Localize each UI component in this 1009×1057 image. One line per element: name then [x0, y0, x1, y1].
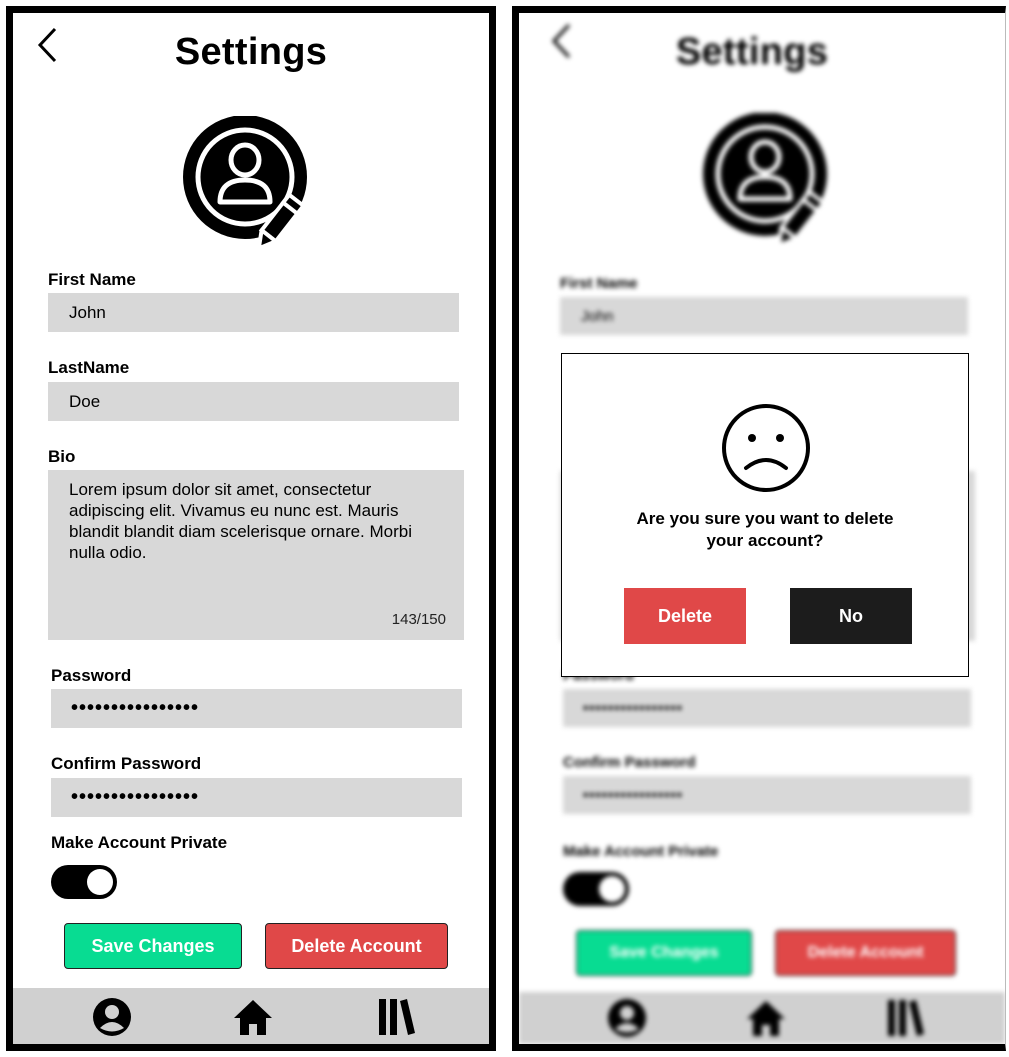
private-account-toggle[interactable] — [51, 865, 117, 899]
first-name-field: John — [560, 297, 968, 335]
toggle-knob — [87, 869, 113, 895]
bottom-nav — [519, 992, 1005, 1044]
confirm-password-field[interactable]: •••••••••••••••• — [51, 778, 462, 817]
private-account-label: Make Account Private — [563, 843, 719, 860]
confirm-password-field: •••••••••••••••• — [563, 776, 971, 814]
private-account-toggle — [563, 872, 629, 906]
save-changes-button: Save Changes — [576, 930, 752, 976]
delete-account-button[interactable]: Delete Account — [265, 923, 448, 969]
last-name-value: Doe — [69, 391, 101, 411]
edit-profile-picture-icon — [703, 113, 827, 243]
first-name-field[interactable]: John — [48, 293, 459, 332]
confirm-password-label: Confirm Password — [51, 754, 202, 773]
delete-account-button: Delete Account — [775, 930, 956, 976]
toggle-knob — [599, 876, 625, 902]
dialog-message: Are you sure you want to delete your acc… — [636, 509, 894, 550]
password-label: Password — [51, 666, 132, 685]
home-icon[interactable] — [233, 997, 273, 1037]
library-icon — [888, 1000, 924, 1036]
sad-face-icon — [722, 404, 810, 492]
delete-confirmation-dialog: Are you sure you want to delete your acc… — [561, 353, 969, 677]
last-name-field[interactable]: Doe — [48, 382, 459, 421]
first-name-label: First Name — [560, 275, 638, 292]
password-value: •••••••••••••••• — [583, 699, 684, 717]
password-field: •••••••••••••••• — [563, 689, 971, 727]
bio-textarea[interactable]: Lorem ipsum dolor sit amet, consectetur … — [48, 470, 464, 640]
confirm-password-value: •••••••••••••••• — [71, 786, 200, 808]
password-field[interactable]: •••••••••••••••• — [51, 689, 462, 728]
confirm-password-value: •••••••••••••••• — [583, 786, 684, 804]
user-circle-icon — [608, 999, 646, 1037]
first-name-value: John — [69, 302, 106, 322]
edit-profile-picture-icon[interactable] — [183, 116, 323, 246]
confirm-delete-button[interactable]: Delete — [624, 588, 746, 644]
last-name-label: LastName — [48, 358, 130, 377]
private-account-label: Make Account Private — [51, 833, 228, 852]
settings-screen: Settings First Name John LastName Doe Bi… — [6, 6, 496, 1051]
save-changes-button[interactable]: Save Changes — [64, 923, 242, 969]
library-icon[interactable] — [376, 997, 416, 1037]
bio-character-counter: 143/150 — [391, 611, 446, 628]
password-value: •••••••••••••••• — [71, 697, 200, 719]
page-title: Settings — [174, 31, 328, 73]
user-circle-icon[interactable] — [92, 997, 132, 1037]
bio-label: Bio — [48, 447, 76, 466]
cancel-no-button[interactable]: No — [790, 588, 912, 644]
first-name-label: First Name — [48, 270, 136, 289]
first-name-value: John — [581, 307, 614, 325]
page-title: Settings — [675, 31, 829, 73]
confirm-password-label: Confirm Password — [563, 754, 696, 771]
settings-screen-with-dialog: Settings First Name John Password ••••••… — [512, 6, 1006, 1051]
bottom-nav — [13, 988, 489, 1044]
bio-value: Lorem ipsum dolor sit amet, consectetur … — [69, 480, 413, 562]
home-icon — [747, 1001, 785, 1036]
